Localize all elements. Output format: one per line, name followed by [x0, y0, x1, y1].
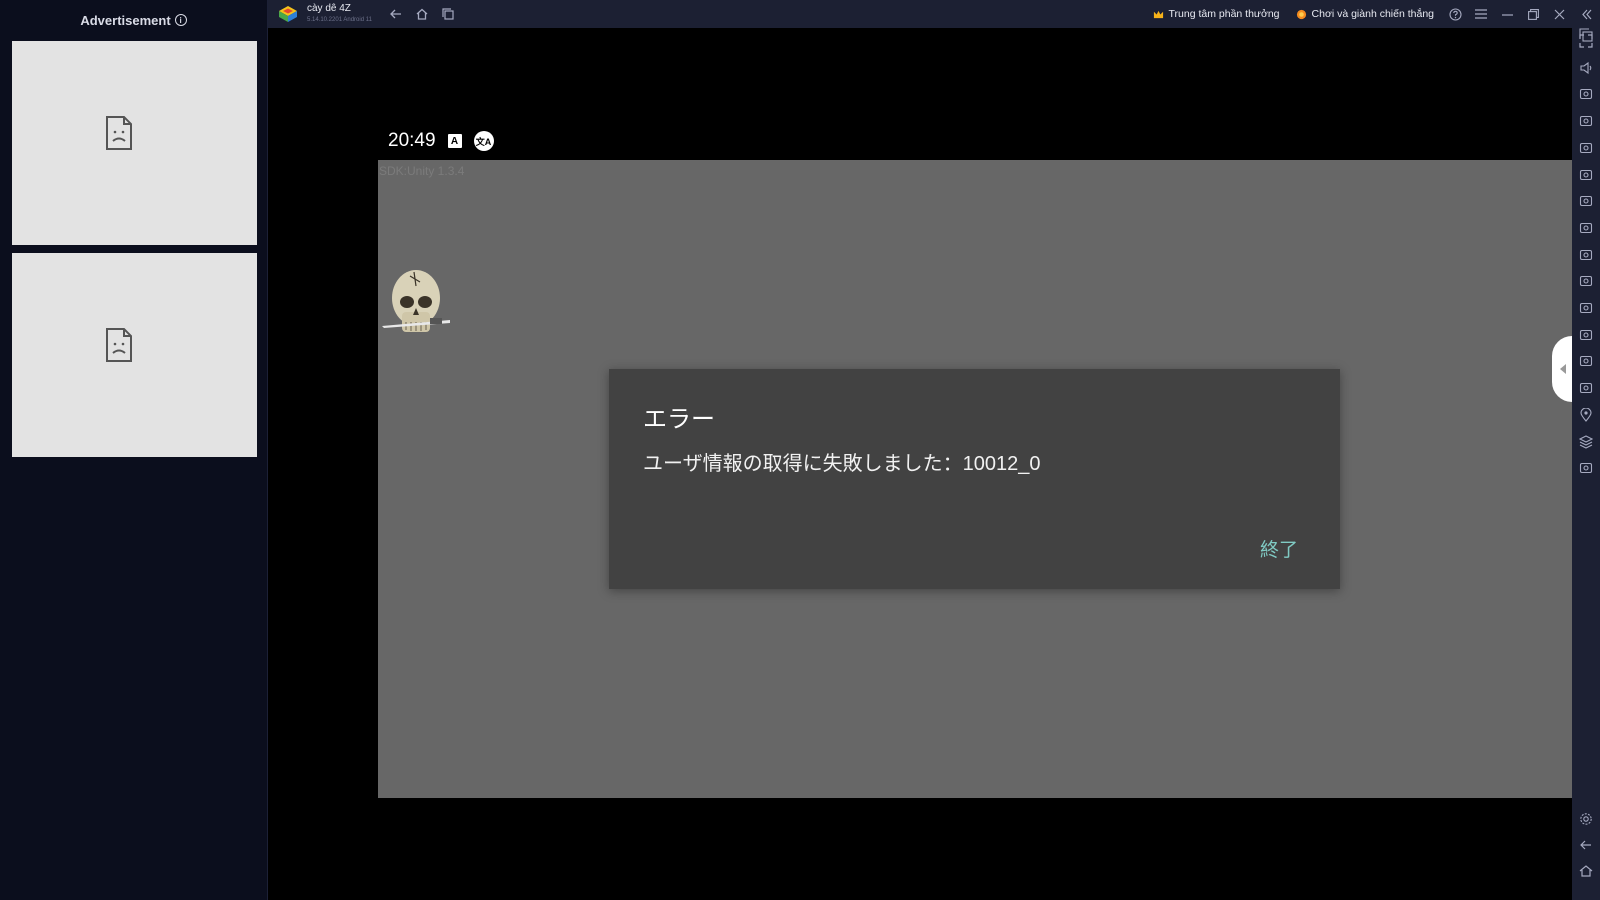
- ad-slot-1[interactable]: [12, 41, 257, 245]
- rewards-center-label: Trung tâm phần thưởng: [1168, 8, 1280, 20]
- record-icon: [1579, 276, 1593, 287]
- translate-icon: 文A: [473, 131, 494, 151]
- location-icon: [1580, 407, 1592, 422]
- collapse-sidebar-button[interactable]: [1572, 0, 1600, 28]
- media-button[interactable]: [1579, 87, 1593, 101]
- play-and-win-label: Chơi và giành chiến thắng: [1311, 8, 1434, 20]
- broken-image-icon: [105, 116, 132, 150]
- coin-icon: [1296, 9, 1306, 19]
- airplane-button[interactable]: [1579, 328, 1593, 342]
- refresh-button[interactable]: [1579, 461, 1593, 475]
- back-button[interactable]: [1579, 838, 1593, 852]
- status-time: 20:49: [388, 130, 436, 151]
- screenshot-button[interactable]: [1579, 248, 1593, 262]
- rotate-button[interactable]: [1579, 141, 1593, 155]
- volume-icon: [1580, 61, 1592, 74]
- sync-icon: [1579, 169, 1593, 180]
- broken-image-icon: [105, 328, 132, 362]
- ad-header-label: Advertisement: [80, 12, 171, 28]
- controller-button[interactable]: [1579, 194, 1593, 208]
- minimize-icon: [1501, 13, 1513, 16]
- skull-logo-icon: [382, 270, 450, 332]
- back-icon: [390, 9, 401, 19]
- home-button[interactable]: [1579, 864, 1593, 878]
- gallery-icon: [1579, 302, 1593, 314]
- recent-apps-icon: [442, 8, 454, 20]
- play-and-win-button[interactable]: Chơi và giành chiến thắng: [1288, 0, 1442, 28]
- recent-apps-button[interactable]: [436, 0, 460, 28]
- home-icon: [416, 8, 428, 20]
- menu-button[interactable]: [1468, 0, 1494, 28]
- crown-icon: [1153, 10, 1163, 18]
- dialog-title: エラー: [643, 406, 715, 433]
- sdk-label: SDK:Unity 1.3.4: [379, 164, 465, 178]
- help-button[interactable]: [1442, 0, 1468, 28]
- rotate-icon: [1579, 142, 1593, 153]
- gallery-button[interactable]: [1579, 301, 1593, 315]
- screenshot-icon: [1579, 249, 1593, 260]
- layers-button[interactable]: [1578, 434, 1594, 449]
- close-button[interactable]: [1546, 0, 1572, 28]
- minimize-button[interactable]: [1494, 0, 1520, 28]
- multi-instance-button[interactable]: [1579, 354, 1593, 368]
- recent-apps-icon: [1579, 28, 1593, 42]
- rewards-center-button[interactable]: Trung tâm phần thưởng: [1145, 0, 1288, 28]
- controller-icon: [1579, 196, 1593, 207]
- media-icon: [1579, 89, 1593, 100]
- dialog-message: ユーザ情報の取得に失敗しました：10012_0: [643, 453, 1041, 475]
- layers-icon: [1578, 434, 1594, 449]
- settings-button[interactable]: [1579, 812, 1593, 826]
- android-status-bar: 20:49 A 文A: [388, 130, 494, 152]
- macro-icon: [1579, 222, 1593, 233]
- refresh-icon: [1579, 463, 1593, 474]
- back-icon: [1580, 840, 1591, 850]
- eco-mode-button[interactable]: [1579, 381, 1593, 395]
- restore-button[interactable]: [1520, 0, 1546, 28]
- back-button[interactable]: [384, 0, 408, 28]
- app-version: 5.14.10.2201 Android 11: [307, 16, 372, 23]
- app-name: cày dê 4Z: [307, 2, 351, 14]
- keyboard-button[interactable]: [1579, 114, 1593, 128]
- location-button[interactable]: [1579, 407, 1593, 422]
- app-title-block: cày dê 4Z 5.14.10.2201 Android 11: [307, 2, 372, 25]
- exit-button[interactable]: 終了: [1260, 535, 1298, 562]
- info-icon[interactable]: i: [174, 14, 187, 26]
- macro-button[interactable]: [1579, 221, 1593, 235]
- volume-button[interactable]: [1579, 61, 1593, 75]
- right-toolbar: [1572, 28, 1600, 900]
- side-toolbar-handle[interactable]: [1552, 336, 1572, 402]
- ad-panel: Advertisement i: [0, 0, 268, 900]
- airplane-icon: [1579, 329, 1593, 340]
- emulator-window: Advertisement i cày dê 4Z 5.14.10.2201 A…: [0, 0, 1600, 900]
- bluestacks-logo-icon: [279, 6, 297, 22]
- eco-mode-icon: [1579, 383, 1593, 394]
- home-button[interactable]: [410, 0, 434, 28]
- recent-apps-button[interactable]: [1579, 28, 1593, 42]
- error-dialog: エラー ユーザ情報の取得に失敗しました：10012_0 終了: [609, 369, 1340, 589]
- sync-button[interactable]: [1579, 168, 1593, 182]
- status-a-icon: A: [447, 134, 462, 148]
- ad-slot-2[interactable]: [12, 253, 257, 457]
- multi-instance-icon: [1579, 356, 1593, 367]
- close-icon: [1554, 9, 1564, 19]
- help-icon: [1448, 7, 1462, 21]
- collapse-sidebar-icon: [1581, 9, 1591, 19]
- home-icon: [1579, 865, 1593, 877]
- title-bar: cày dê 4Z 5.14.10.2201 Android 11 Trung …: [268, 0, 1600, 28]
- menu-icon: [1475, 9, 1487, 19]
- record-button[interactable]: [1579, 274, 1593, 288]
- restore-icon: [1527, 8, 1539, 20]
- settings-icon: [1580, 813, 1592, 825]
- keyboard-icon: [1579, 116, 1593, 127]
- ad-header: Advertisement i: [0, 0, 267, 40]
